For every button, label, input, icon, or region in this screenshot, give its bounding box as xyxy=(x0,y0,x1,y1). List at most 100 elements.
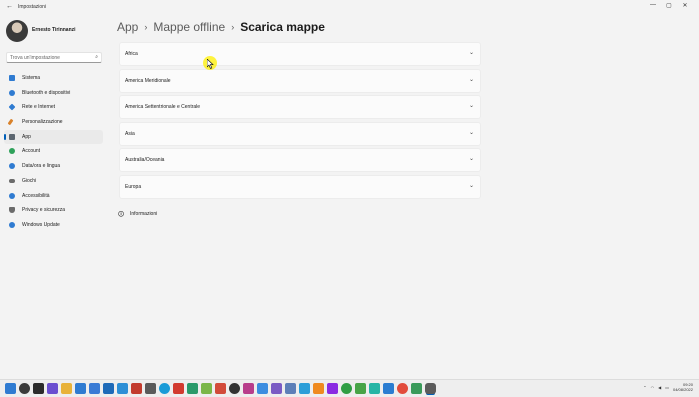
region-label: Europa xyxy=(125,183,142,190)
sidebar-item-sistema[interactable]: Sistema xyxy=(4,71,103,85)
app-icon[interactable] xyxy=(299,383,310,394)
region-label: America Meridionale xyxy=(125,77,171,84)
region-asia[interactable]: Asia ⌄ xyxy=(119,121,481,146)
sidebar-item-label: Account xyxy=(22,148,41,155)
acrobat-icon[interactable] xyxy=(131,383,142,394)
sidebar-item-accessibilita[interactable]: Accessibilità xyxy=(4,189,103,203)
sidebar-item-label: Windows Update xyxy=(22,221,60,228)
globe-icon xyxy=(9,163,15,170)
window-controls: — ▢ ✕ xyxy=(645,2,693,9)
chevron-down-icon[interactable]: ⌄ xyxy=(469,49,474,56)
chevron-up-icon[interactable]: ⌃ xyxy=(643,385,646,390)
store-icon[interactable] xyxy=(89,383,100,394)
page-title: Scarica mappe xyxy=(240,20,325,34)
sidebar-item-label: Data/ora e lingua xyxy=(22,163,61,170)
browser-icon[interactable] xyxy=(159,383,170,394)
sidebar-item-bluetooth[interactable]: Bluetooth e dispositivi xyxy=(4,86,103,100)
chevron-down-icon[interactable]: ⌄ xyxy=(469,182,474,189)
user-profile[interactable]: Ernesto Tirinnanzi xyxy=(6,20,106,44)
sidebar-item-label: Sistema xyxy=(22,75,41,81)
breadcrumb-item-app[interactable]: App xyxy=(117,20,138,34)
bluetooth-icon xyxy=(9,89,15,96)
app-icon[interactable] xyxy=(257,383,268,394)
search-icon[interactable] xyxy=(19,383,30,394)
update-icon xyxy=(9,221,15,228)
region-america-settentrionale[interactable]: America Settentrionale e Centrale ⌄ xyxy=(119,95,481,119)
start-icon[interactable] xyxy=(5,383,16,394)
account-icon xyxy=(9,148,15,155)
region-europa[interactable]: Europa ⌄ xyxy=(119,174,481,199)
chevron-down-icon[interactable]: ⌄ xyxy=(469,102,474,109)
widgets-icon[interactable] xyxy=(47,383,58,394)
app-icon[interactable] xyxy=(341,383,352,394)
apps-icon xyxy=(9,133,15,140)
vlc-icon[interactable] xyxy=(313,383,324,394)
close-button[interactable]: ✕ xyxy=(677,2,693,9)
app-icon[interactable] xyxy=(173,383,184,394)
volume-icon[interactable]: ◀ xyxy=(658,385,661,390)
edge-icon[interactable] xyxy=(75,383,86,394)
file-explorer-icon[interactable] xyxy=(61,383,72,394)
sidebar-item-app[interactable]: App xyxy=(4,129,103,144)
sidebar-item-label: Bluetooth e dispositivi xyxy=(22,89,71,96)
sidebar-item-personalizzazione[interactable]: Personalizzazione xyxy=(4,115,103,129)
chevron-right-icon: › xyxy=(231,22,235,32)
chevron-down-icon[interactable]: ⌄ xyxy=(469,155,474,162)
breadcrumb-item-mappe-offline[interactable]: Mappe offline xyxy=(153,20,225,34)
word-icon[interactable] xyxy=(117,383,128,394)
sidebar-item-giochi[interactable]: Giochi xyxy=(4,174,103,188)
monitor-icon xyxy=(9,75,15,81)
title-bar: ← Impostazioni — ▢ ✕ xyxy=(0,0,699,14)
mouse-cursor-highlight xyxy=(203,56,217,70)
controller-icon xyxy=(9,178,15,183)
clock[interactable]: 09:20 04/08/2022 xyxy=(673,382,693,392)
app-icon[interactable] xyxy=(271,383,282,394)
sidebar-item-account[interactable]: Account xyxy=(4,144,103,158)
app-icon[interactable] xyxy=(201,383,212,394)
app-icon[interactable] xyxy=(411,383,422,394)
breadcrumb: App › Mappe offline › Scarica mappe xyxy=(117,20,325,34)
chrome-icon[interactable] xyxy=(397,383,408,394)
app-icon[interactable] xyxy=(215,383,226,394)
app-icon[interactable] xyxy=(327,383,338,394)
back-arrow-icon[interactable]: ← xyxy=(6,3,13,10)
battery-icon[interactable]: ▭ xyxy=(665,385,669,390)
window-title: Impostazioni xyxy=(18,4,47,10)
app-icon[interactable] xyxy=(355,383,366,394)
settings-icon[interactable] xyxy=(425,383,436,394)
region-africa[interactable]: Africa ⌄ xyxy=(119,42,481,66)
accessibility-icon xyxy=(9,192,15,199)
wifi-icon[interactable]: ◠ xyxy=(651,385,655,390)
sidebar-item-windows-update[interactable]: Windows Update xyxy=(4,218,103,232)
sidebar-item-rete[interactable]: Rete e Internet xyxy=(4,100,103,114)
region-label: Asia xyxy=(125,130,135,137)
app-icon[interactable] xyxy=(243,383,254,394)
region-australia-oceania[interactable]: Australia/Oceania ⌄ xyxy=(119,148,481,172)
info-icon: 🛈 xyxy=(118,212,125,218)
region-america-meridionale[interactable]: America Meridionale ⌄ xyxy=(119,68,481,93)
task-view-icon[interactable] xyxy=(33,383,44,394)
app-icon[interactable] xyxy=(187,383,198,394)
search-box[interactable]: ⌕ xyxy=(6,52,102,63)
minimize-button[interactable]: — xyxy=(645,2,661,9)
info-label: Informazioni xyxy=(130,211,158,217)
clock-date: 04/08/2022 xyxy=(672,387,693,392)
search-input[interactable] xyxy=(10,55,90,61)
chevron-down-icon[interactable]: ⌄ xyxy=(469,129,474,136)
sidebar-item-data-ora[interactable]: Data/ora e lingua xyxy=(4,159,103,173)
sidebar-item-label: Personalizzazione xyxy=(22,119,63,126)
terminal-icon[interactable] xyxy=(145,383,156,394)
app-icon[interactable] xyxy=(229,383,240,394)
app-icon[interactable] xyxy=(369,383,380,394)
maximize-button[interactable]: ▢ xyxy=(661,2,677,9)
sidebar-item-label: Giochi xyxy=(22,177,37,184)
mail-icon[interactable] xyxy=(103,383,114,394)
chevron-down-icon[interactable]: ⌄ xyxy=(469,76,474,83)
sidebar-item-label: Accessibilità xyxy=(22,192,50,199)
app-icon[interactable] xyxy=(383,383,394,394)
app-icon[interactable] xyxy=(285,383,296,394)
region-label: Africa xyxy=(125,51,138,57)
search-icon[interactable]: ⌕ xyxy=(95,54,98,60)
network-icon xyxy=(8,103,16,111)
sidebar-item-privacy[interactable]: Privacy e sicurezza xyxy=(4,203,103,217)
